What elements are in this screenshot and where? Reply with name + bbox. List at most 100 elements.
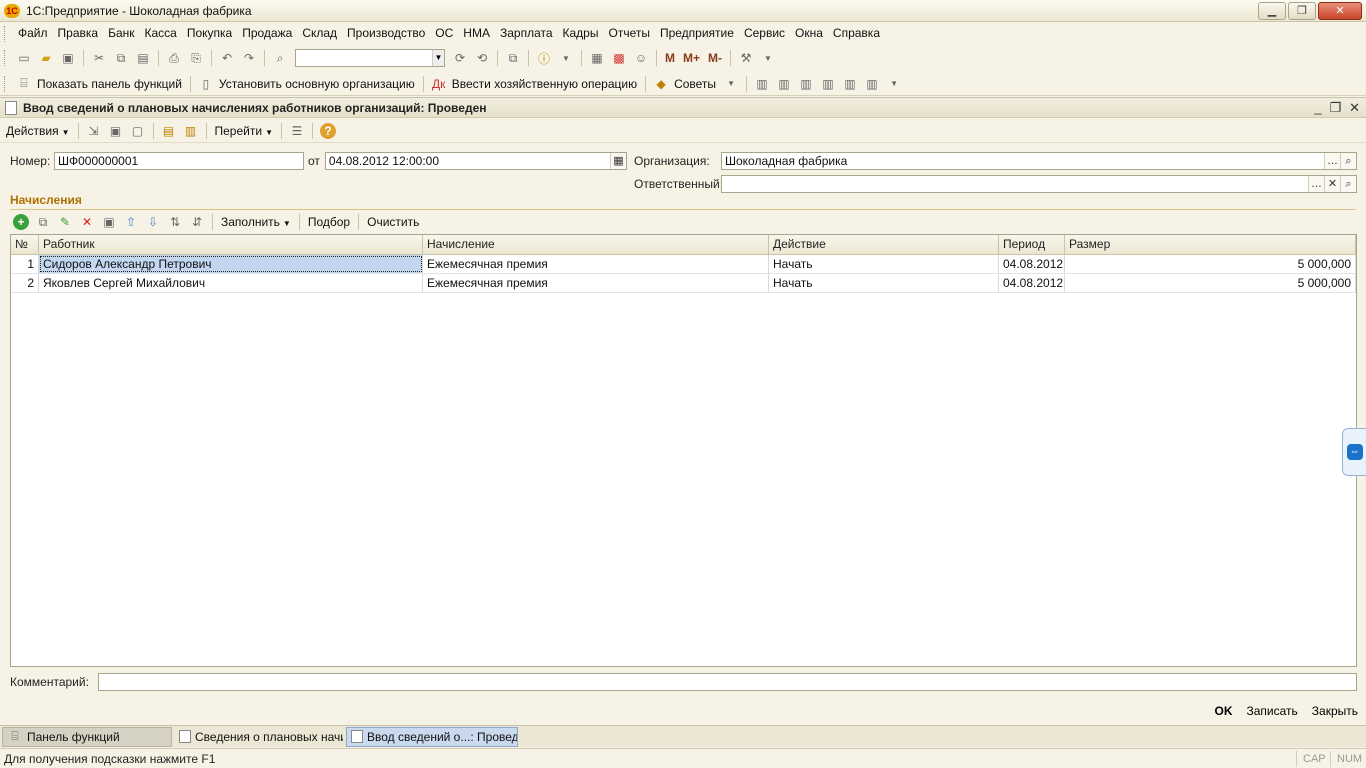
find-prev-icon[interactable]: ⟲ [474, 50, 490, 66]
column-header-period[interactable]: Период [999, 235, 1065, 254]
report-icon[interactable]: ▥ [798, 76, 814, 92]
column-header-number[interactable]: № [11, 235, 39, 254]
menu-enterprise[interactable]: Предприятие [655, 23, 739, 44]
users-icon[interactable]: ☺ [633, 50, 649, 66]
list-icon[interactable]: ☰ [289, 123, 305, 139]
calculator-icon[interactable]: ▦ [589, 50, 605, 66]
end-edit-icon[interactable]: ▣ [101, 214, 117, 230]
cut-icon[interactable]: ✂ [91, 50, 107, 66]
action-cell[interactable]: Начать [769, 274, 999, 292]
post-icon[interactable]: ▣ [108, 123, 124, 139]
task-accrual-info-list[interactable]: Сведения о плановых начи... [174, 727, 344, 747]
menu-service[interactable]: Сервис [739, 23, 790, 44]
close-button[interactable]: Закрыть [1312, 704, 1358, 718]
menu-grip[interactable] [4, 25, 7, 42]
report-icon[interactable]: ▥ [864, 76, 880, 92]
undo-icon[interactable]: ↶ [219, 50, 235, 66]
column-header-action[interactable]: Действие [769, 235, 999, 254]
print-preview-icon[interactable]: ⎘ [188, 50, 204, 66]
search-icon[interactable]: ⌕ [272, 50, 288, 66]
menu-salary[interactable]: Зарплата [495, 23, 558, 44]
chevron-down-icon[interactable]: ▼ [432, 50, 444, 66]
menu-windows[interactable]: Окна [790, 23, 828, 44]
column-header-worker[interactable]: Работник [39, 235, 423, 254]
copy-row-icon[interactable]: ⧉ [35, 214, 51, 230]
minimize-icon[interactable]: _ [1314, 100, 1321, 116]
menu-bank[interactable]: Банк [103, 23, 139, 44]
save-button[interactable]: Записать [1247, 704, 1298, 718]
chevron-down-icon[interactable]: ▼ [558, 50, 574, 66]
chevron-down-icon[interactable]: ▼ [886, 76, 902, 92]
add-row-icon[interactable]: + [13, 214, 29, 230]
task-current-document[interactable]: Ввод сведений о...: Проведен [346, 726, 518, 747]
open-folder-icon[interactable]: ▰ [38, 50, 54, 66]
memory-plus-button[interactable]: M+ [683, 51, 700, 65]
column-header-accrual[interactable]: Начисление [423, 235, 769, 254]
menu-edit[interactable]: Правка [53, 23, 104, 44]
remote-support-widget[interactable]: ⇔ [1342, 428, 1366, 476]
tools-icon[interactable]: ⚒ [738, 50, 754, 66]
move-down-icon[interactable]: ⇩ [145, 214, 161, 230]
action-cell[interactable]: Начать [769, 255, 999, 273]
table-row[interactable]: 1 Сидоров Александр Петрович Ежемесячная… [11, 255, 1356, 274]
redo-icon[interactable]: ↷ [241, 50, 257, 66]
unpost-icon[interactable]: ▢ [130, 123, 146, 139]
windows-icon[interactable]: ⧉ [505, 50, 521, 66]
new-document-icon[interactable]: ▭ [16, 50, 32, 66]
enter-operation-button[interactable]: Ввести хозяйственную операцию [452, 77, 637, 91]
move-up-icon[interactable]: ⇧ [123, 214, 139, 230]
magnifier-icon[interactable]: ⌕ [1340, 176, 1356, 192]
save-icon[interactable]: ▣ [60, 50, 76, 66]
menu-sale[interactable]: Продажа [237, 23, 297, 44]
menu-hr[interactable]: Кадры [558, 23, 604, 44]
minimize-button[interactable]: ▁ [1258, 2, 1286, 20]
show-function-panel-button[interactable]: Показать панель функций [37, 77, 182, 91]
memory-minus-button[interactable]: M- [708, 51, 722, 65]
actions-menu-button[interactable]: Действия ▼ [2, 124, 74, 138]
report-icon[interactable]: ▥ [754, 76, 770, 92]
based-on-icon[interactable]: ▤ [161, 123, 177, 139]
menu-warehouse[interactable]: Склад [297, 23, 342, 44]
clear-icon[interactable]: ✕ [1324, 176, 1340, 192]
menu-file[interactable]: Файл [13, 23, 53, 44]
accruals-table[interactable]: № Работник Начисление Действие Период Ра… [10, 234, 1357, 667]
report-icon[interactable]: ▥ [842, 76, 858, 92]
edit-row-icon[interactable]: ✎ [57, 214, 73, 230]
sort-asc-icon[interactable]: ⇅ [167, 214, 183, 230]
menu-fixed-assets[interactable]: ОС [430, 23, 458, 44]
menu-cash[interactable]: Касса [140, 23, 182, 44]
pick-button[interactable]: Подбор [304, 215, 354, 229]
menu-purchase[interactable]: Покупка [182, 23, 237, 44]
memory-button[interactable]: M [665, 51, 675, 65]
accrual-cell[interactable]: Ежемесячная премия [423, 255, 769, 273]
structure-icon[interactable]: ▥ [183, 123, 199, 139]
set-main-organization-button[interactable]: Установить основную организацию [219, 77, 415, 91]
table-row[interactable]: 2 Яковлев Сергей Михайлович Ежемесячная … [11, 274, 1356, 293]
accrual-cell[interactable]: Ежемесячная премия [423, 274, 769, 292]
chevron-down-icon[interactable]: ▼ [760, 50, 776, 66]
search-combo[interactable]: ▼ [295, 49, 445, 67]
organization-field[interactable]: Шоколадная фабрика … ⌕ [721, 152, 1357, 170]
paste-icon[interactable]: ▤ [135, 50, 151, 66]
restore-icon[interactable]: ❐ [1329, 100, 1341, 116]
magnifier-icon[interactable]: ⌕ [1340, 153, 1356, 169]
find-next-icon[interactable]: ⟳ [452, 50, 468, 66]
close-window-button[interactable]: ✕ [1318, 2, 1362, 20]
menu-reports[interactable]: Отчеты [603, 23, 654, 44]
menu-intangibles[interactable]: НМА [458, 23, 495, 44]
row-number-cell[interactable]: 2 [11, 274, 39, 292]
clear-button[interactable]: Очистить [363, 215, 423, 229]
post-and-close-icon[interactable]: ⇲ [86, 123, 102, 139]
comment-field[interactable] [98, 673, 1357, 691]
sort-desc-icon[interactable]: ⇵ [189, 214, 205, 230]
select-ellipsis-icon[interactable]: … [1324, 153, 1340, 169]
toolbar-grip[interactable] [4, 75, 7, 92]
maximize-button[interactable]: ❐ [1288, 2, 1316, 20]
task-function-panel[interactable]: ⌸ Панель функций [2, 726, 172, 747]
number-field[interactable]: ШФ000000001 [54, 152, 304, 170]
menu-help[interactable]: Справка [828, 23, 885, 44]
help-icon[interactable]: ? [319, 122, 336, 139]
chevron-down-icon[interactable]: ▼ [723, 76, 739, 92]
info-icon[interactable]: ⓘ [536, 50, 552, 66]
copy-icon[interactable]: ⧉ [113, 50, 129, 66]
